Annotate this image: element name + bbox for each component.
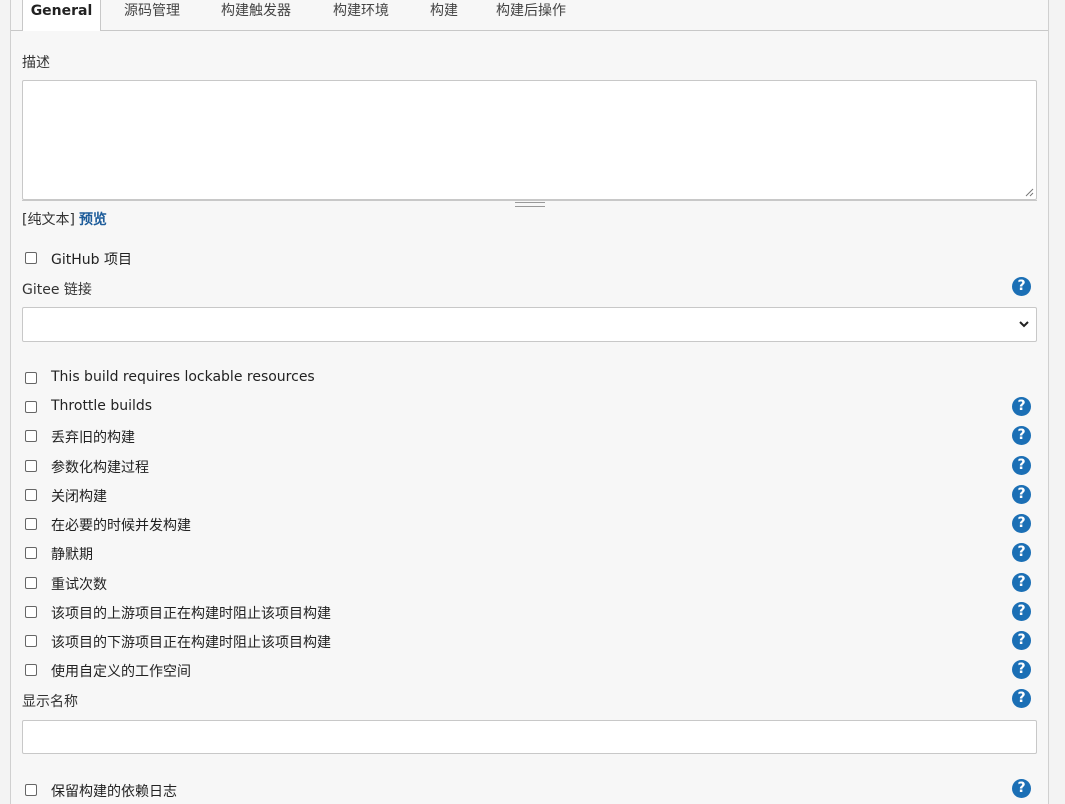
quiet-period-checkbox[interactable] — [25, 547, 37, 559]
job-config-panel: General 源码管理 构建触发器 构建环境 构建 构建后操作 描述 [纯文本… — [10, 0, 1049, 804]
parameterized-build-checkbox[interactable] — [25, 460, 37, 472]
option-label: 静默期 — [51, 547, 93, 563]
block-downstream-help-icon[interactable]: ? — [1012, 631, 1031, 650]
gitee-connection-select[interactable] — [22, 307, 1037, 342]
block-upstream-help-icon[interactable]: ? — [1012, 602, 1031, 621]
throttle-builds-help-icon[interactable]: ? — [1012, 397, 1031, 416]
keep-dependency-log-checkbox[interactable] — [25, 784, 37, 796]
block-upstream-checkbox[interactable] — [25, 606, 37, 618]
tab-build-triggers[interactable]: 构建触发器 — [221, 0, 291, 22]
option-label: 该项目的上游项目正在构建时阻止该项目构建 — [51, 606, 331, 622]
throttle-builds-checkbox[interactable] — [25, 401, 37, 413]
tab-build[interactable]: 构建 — [430, 0, 458, 22]
option-label: 丢弃旧的构建 — [51, 430, 135, 446]
discard-old-builds-checkbox[interactable] — [25, 430, 37, 442]
tab-post-build-actions[interactable]: 构建后操作 — [496, 0, 566, 22]
description-label: 描述 — [22, 55, 50, 71]
disable-build-help-icon[interactable]: ? — [1012, 485, 1031, 504]
resize-handle-icon[interactable] — [515, 202, 545, 207]
markup-formatter: [纯文本] 预览 — [22, 209, 107, 229]
description-resize-bar — [22, 200, 1037, 207]
option-label: 该项目的下游项目正在构建时阻止该项目构建 — [51, 635, 331, 651]
keep-dependency-log-label: 保留构建的依赖日志 — [51, 784, 177, 800]
display-name-help-icon[interactable]: ? — [1012, 689, 1031, 708]
option-label: 使用自定义的工作空间 — [51, 664, 191, 680]
disable-build-checkbox[interactable] — [25, 489, 37, 501]
option-label: This build requires lockable resources — [51, 369, 315, 385]
chevron-down-icon — [1019, 321, 1029, 328]
tab-source-code-management[interactable]: 源码管理 — [124, 0, 180, 22]
parameterized-build-help-icon[interactable]: ? — [1012, 456, 1031, 475]
textarea-resize-grip-icon[interactable] — [1024, 187, 1034, 197]
option-label: 在必要的时候并发构建 — [51, 518, 191, 534]
lockable-resources-checkbox[interactable] — [25, 372, 37, 384]
tab-general[interactable]: General — [22, 0, 101, 31]
github-project-checkbox[interactable] — [25, 252, 37, 264]
quiet-period-help-icon[interactable]: ? — [1012, 543, 1031, 562]
option-label: 重试次数 — [51, 577, 107, 593]
option-label: Throttle builds — [51, 398, 153, 414]
config-tab-bar: General 源码管理 构建触发器 构建环境 构建 构建后操作 — [11, 0, 1048, 31]
keep-dependency-log-help-icon[interactable]: ? — [1012, 779, 1031, 798]
concurrent-builds-help-icon[interactable]: ? — [1012, 514, 1031, 533]
preview-link[interactable]: 预览 — [79, 212, 107, 228]
option-label: 关闭构建 — [51, 489, 107, 505]
github-project-label: GitHub 项目 — [51, 252, 132, 268]
retry-count-checkbox[interactable] — [25, 577, 37, 589]
plain-text-label: [纯文本] — [22, 212, 75, 228]
custom-workspace-help-icon[interactable]: ? — [1012, 660, 1031, 679]
custom-workspace-checkbox[interactable] — [25, 664, 37, 676]
tab-build-environment[interactable]: 构建环境 — [333, 0, 389, 22]
block-downstream-checkbox[interactable] — [25, 635, 37, 647]
retry-count-help-icon[interactable]: ? — [1012, 573, 1031, 592]
description-textarea[interactable] — [22, 80, 1037, 200]
discard-old-builds-help-icon[interactable]: ? — [1012, 426, 1031, 445]
display-name-input[interactable] — [22, 720, 1037, 754]
gitee-help-icon[interactable]: ? — [1012, 277, 1031, 296]
option-label: 参数化构建过程 — [51, 460, 149, 476]
concurrent-builds-checkbox[interactable] — [25, 518, 37, 530]
gitee-connection-label: Gitee 链接 — [22, 282, 92, 298]
display-name-label: 显示名称 — [22, 694, 78, 710]
